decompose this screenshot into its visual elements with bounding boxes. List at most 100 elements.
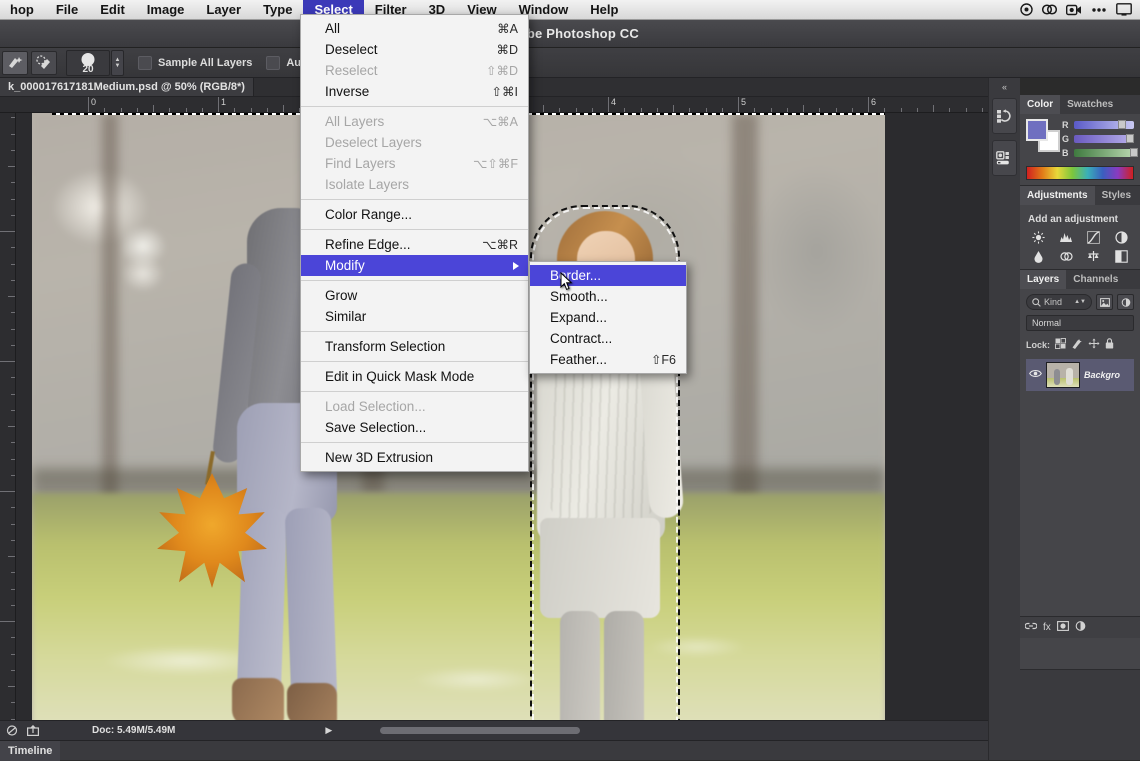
menu-item-label: Edit in Quick Mask Mode <box>325 369 475 384</box>
menu-item-deselect[interactable]: Deselect ⌘D <box>301 39 528 60</box>
submenu-item-feather[interactable]: Feather... ⇧F6 <box>530 349 686 370</box>
properties-panel-collapsed[interactable] <box>992 140 1017 176</box>
document-tab[interactable]: k_000017617181Medium.psd @ 50% (RGB/8*) <box>0 78 254 97</box>
menu-item-inverse[interactable]: Inverse ⇧⌘I <box>301 81 528 102</box>
link-layers-icon[interactable] <box>1024 621 1038 634</box>
screen-record-icon[interactable] <box>1066 4 1082 16</box>
color-balance-icon[interactable] <box>1081 249 1107 264</box>
chevron-updown-icon[interactable]: ▲▼ <box>1074 299 1086 305</box>
layer-row-background[interactable]: Backgro <box>1026 359 1134 391</box>
channel-slider-b[interactable] <box>1074 148 1138 157</box>
spotlight-icon[interactable] <box>1020 3 1033 16</box>
select-menu-dropdown[interactable]: All ⌘A Deselect ⌘D Reselect ⇧⌘D Inverse ⇧⌘I All … <box>300 14 529 472</box>
layer-visibility-eye-icon[interactable] <box>1028 369 1042 381</box>
filter-pixel-layers-button[interactable] <box>1096 294 1113 310</box>
menu-item-transform-selection[interactable]: Transform Selection <box>301 336 528 357</box>
menu-item-refine-edge[interactable]: Refine Edge... ⌥⌘R <box>301 234 528 255</box>
adjustments-panel: Adjustments Styles Add an adjustment <box>1020 186 1140 270</box>
history-icon[interactable] <box>993 103 1016 129</box>
submenu-item-expand[interactable]: Expand... <box>530 307 686 328</box>
layer-thumbnail[interactable] <box>1046 362 1080 388</box>
menu-item-shortcut: ⌥⌘A <box>482 115 518 129</box>
quick-selection-add-tool-icon[interactable] <box>31 50 57 75</box>
layer-mask-icon[interactable] <box>1056 621 1069 634</box>
menu-item-grow[interactable]: Grow <box>301 285 528 306</box>
status-menu-arrow-icon[interactable]: ▶ <box>325 725 332 736</box>
more-icon[interactable] <box>1091 7 1107 13</box>
submenu-item-smooth[interactable]: Smooth... <box>530 286 686 307</box>
brush-size-stepper[interactable]: ▲ ▼ <box>111 49 124 76</box>
filter-adjustment-layers-button[interactable] <box>1117 294 1134 310</box>
share-icon[interactable] <box>24 723 42 739</box>
tab-styles[interactable]: Styles <box>1095 186 1138 205</box>
menu-item-new-3d-extrusion[interactable]: New 3D Extrusion <box>301 447 528 468</box>
foreground-color-swatch[interactable] <box>1026 119 1048 141</box>
tab-adjustments[interactable]: Adjustments <box>1020 186 1095 205</box>
hue-saturation-icon[interactable] <box>1054 249 1080 264</box>
tab-channels[interactable]: Channels <box>1066 270 1125 289</box>
tab-color[interactable]: Color <box>1020 95 1061 114</box>
sample-all-layers-checkbox[interactable] <box>138 55 152 70</box>
blend-mode-select[interactable]: Normal <box>1026 315 1134 331</box>
history-panel-collapsed[interactable] <box>992 98 1017 134</box>
display-icon[interactable] <box>1116 3 1132 16</box>
timeline-panel-tab[interactable]: Timeline <box>0 740 1020 761</box>
modify-submenu[interactable]: Border... Smooth... Expand... Contract... Fe… <box>529 261 687 374</box>
properties-icon[interactable] <box>993 145 1016 171</box>
fx-icon[interactable]: fx <box>1043 622 1051 633</box>
collapse-panels-icon[interactable]: « <box>989 78 1020 92</box>
lock-image-pixels-icon[interactable] <box>1071 336 1083 354</box>
menu-item-deselect-layers: Deselect Layers <box>301 132 528 153</box>
timeline-label: Timeline <box>0 740 61 761</box>
color-spectrum-ramp[interactable] <box>1026 166 1134 180</box>
creative-cloud-icon[interactable] <box>1042 3 1057 16</box>
new-adjustment-layer-icon[interactable] <box>1075 621 1086 634</box>
brightness-icon[interactable] <box>1026 230 1052 245</box>
menu-item-image[interactable]: Image <box>136 0 196 20</box>
menu-item-edit-in-quick-mask-mode[interactable]: Edit in Quick Mask Mode <box>301 366 528 387</box>
ruler-tick <box>201 108 203 112</box>
submenu-item-contract[interactable]: Contract... <box>530 328 686 349</box>
horizontal-scrollbar-thumb[interactable] <box>380 727 580 734</box>
menu-item-similar[interactable]: Similar <box>301 306 528 327</box>
menu-item-save-selection[interactable]: Save Selection... <box>301 417 528 438</box>
vertical-ruler[interactable] <box>0 113 16 733</box>
ruler-tick <box>153 105 154 112</box>
lock-position-icon[interactable] <box>1088 336 1100 354</box>
channel-slider-g[interactable] <box>1074 134 1134 143</box>
layers-empty-space[interactable] <box>1026 391 1134 611</box>
menu-item-label: Load Selection... <box>325 399 426 414</box>
curves-icon[interactable] <box>1081 230 1107 245</box>
menu-item-layer[interactable]: Layer <box>195 0 252 20</box>
search-icon <box>1032 297 1041 307</box>
menu-item-hop[interactable]: hop <box>4 0 45 20</box>
exposure-icon[interactable] <box>1109 230 1135 245</box>
black-white-icon[interactable] <box>1109 249 1135 264</box>
layer-name[interactable]: Backgro <box>1084 370 1120 380</box>
layer-filter-kind-select[interactable]: Kind ▲▼ <box>1026 294 1092 310</box>
menu-item-type[interactable]: Type <box>252 0 303 20</box>
foreground-background-swatch[interactable] <box>1026 119 1060 152</box>
menu-item-edit[interactable]: Edit <box>89 0 136 20</box>
lock-transparent-pixels-icon[interactable] <box>1055 336 1066 354</box>
menu-item-modify[interactable]: Modify <box>301 255 528 276</box>
camera-raw-icon[interactable] <box>3 723 21 739</box>
ruler-tick <box>11 247 15 249</box>
lock-all-icon[interactable] <box>1105 336 1114 354</box>
levels-icon[interactable] <box>1054 230 1080 245</box>
brush-size-preview[interactable]: 20 <box>66 49 110 76</box>
menu-item-color-range[interactable]: Color Range... <box>301 204 528 225</box>
ruler-tick <box>803 105 804 112</box>
ruler-tick <box>185 108 187 112</box>
sample-all-layers-group[interactable]: Sample All Layers <box>138 55 266 70</box>
menu-item-all[interactable]: All ⌘A <box>301 18 528 39</box>
channel-slider-r[interactable] <box>1074 120 1134 129</box>
vibrance-icon[interactable] <box>1026 249 1052 264</box>
menu-item-help[interactable]: Help <box>579 0 629 20</box>
quick-selection-tool-icon[interactable] <box>2 50 28 75</box>
menu-item-file[interactable]: File <box>45 0 89 20</box>
submenu-item-border[interactable]: Border... <box>530 265 686 286</box>
auto-enhance-checkbox[interactable] <box>266 55 281 70</box>
tab-swatches[interactable]: Swatches <box>1060 95 1120 114</box>
tab-layers[interactable]: Layers <box>1020 270 1067 289</box>
